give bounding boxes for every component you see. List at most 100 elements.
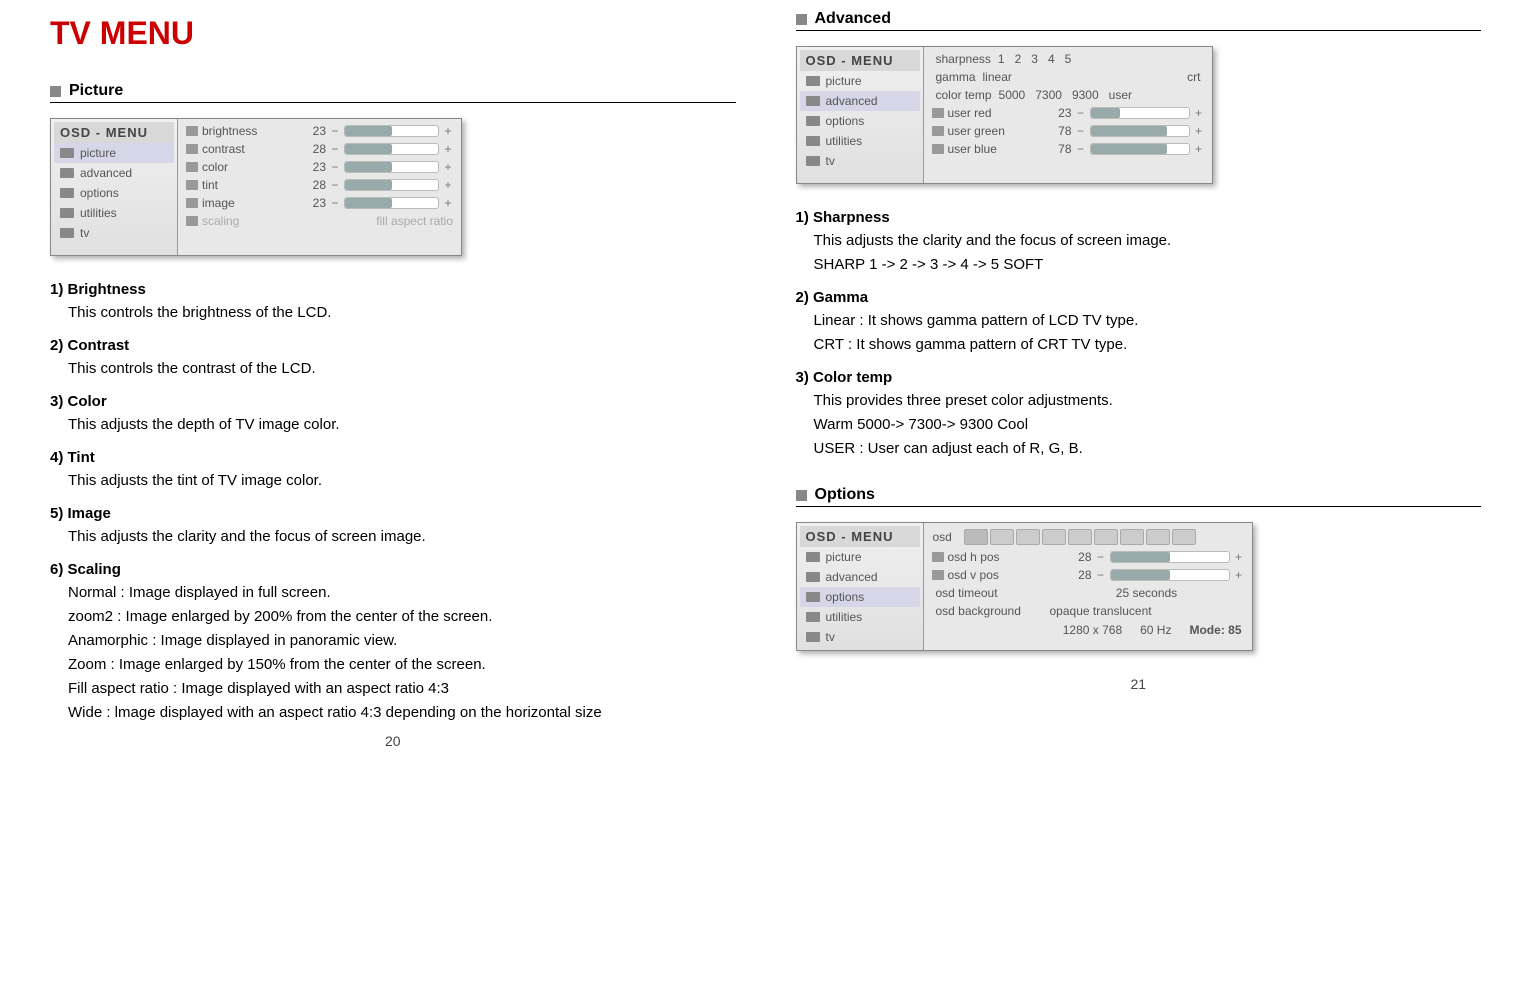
osd-sidebar-options[interactable]: options [54,183,174,203]
osd-row-usergreen[interactable]: user green78−+ [928,122,1208,140]
options-icon [806,116,820,126]
red-icon [932,108,944,118]
minus-icon[interactable]: − [1076,106,1086,120]
slider[interactable] [1110,551,1230,563]
osd-row-color[interactable]: color23−+ [182,158,457,176]
seg[interactable]: linear [980,70,1181,84]
osd-row-scaling[interactable]: scalingfill aspect ratio [182,212,457,230]
osd-sidebar-options[interactable]: options [800,587,920,607]
tab-box[interactable] [1042,529,1066,545]
seg[interactable]: 5000 [996,88,1029,102]
plus-icon[interactable]: + [443,178,453,192]
osd-sidebar-utilities[interactable]: utilities [54,203,174,223]
brightness-icon [186,126,198,136]
minus-icon[interactable]: − [330,124,340,138]
osd-row-hpos[interactable]: osd h pos28−+ [928,548,1248,566]
osd-row-contrast[interactable]: contrast28−+ [182,140,457,158]
sidebar-item-label: utilities [826,610,863,624]
item-image-head: 5) Image [50,505,736,522]
osd-sidebar-options[interactable]: options [800,111,920,131]
osd-row-image[interactable]: image23−+ [182,194,457,212]
slider[interactable] [344,143,439,155]
tab-box[interactable] [1172,529,1196,545]
osd-row-userblue[interactable]: user blue78−+ [928,140,1208,158]
tab-box[interactable] [1094,529,1118,545]
square-marker-icon [796,490,807,501]
seg[interactable]: 2 [1012,52,1025,66]
tab-box[interactable] [1016,529,1040,545]
item-scaling-desc-5: Wide : lmage displayed with an aspect ra… [108,701,736,725]
seg[interactable]: user [1106,88,1135,102]
slider[interactable] [1090,125,1190,137]
minus-icon[interactable]: − [330,160,340,174]
tab-box[interactable] [1146,529,1170,545]
utilities-icon [806,136,820,146]
picture-icon [806,76,820,86]
osd-row-brightness[interactable]: brightness23−+ [182,122,457,140]
osd-sidebar-utilities[interactable]: utilities [800,131,920,151]
seg[interactable]: 9300 [1069,88,1102,102]
osd-sidebar-advanced[interactable]: advanced [54,163,174,183]
tab-box[interactable] [1068,529,1092,545]
plus-icon[interactable]: + [443,160,453,174]
minus-icon[interactable]: − [330,178,340,192]
tab-box[interactable] [990,529,1014,545]
seg[interactable]: 1 [995,52,1008,66]
osd-row-tint[interactable]: tint28−+ [182,176,457,194]
slider[interactable] [344,161,439,173]
seg[interactable]: 5 [1062,52,1075,66]
scaling-icon [186,216,198,226]
minus-icon[interactable]: − [330,142,340,156]
minus-icon[interactable]: − [330,196,340,210]
plus-icon[interactable]: + [1234,568,1244,582]
minus-icon[interactable]: − [1096,550,1106,564]
slider[interactable] [344,125,439,137]
osd-sidebar-advanced[interactable]: advanced [800,91,920,111]
sidebar-item-label: tv [826,154,835,168]
osd-sidebar-picture[interactable]: picture [54,143,174,163]
row-value: 23 [296,196,326,210]
osd-row-timeout[interactable]: osd timeout25 seconds [928,584,1248,602]
osd-row-sharpness[interactable]: sharpness12345 [928,50,1208,68]
slider[interactable] [344,179,439,191]
osd-row-gamma[interactable]: gammalinearcrt [928,68,1208,86]
plus-icon[interactable]: + [443,124,453,138]
osd-row-colortemp[interactable]: color temp500073009300user [928,86,1208,104]
seg[interactable]: crt [1184,70,1203,84]
slider[interactable] [344,197,439,209]
osd-sidebar-tv[interactable]: tv [800,151,920,171]
osd-sidebar-advanced[interactable]: advanced [800,567,920,587]
tab-box[interactable] [1120,529,1144,545]
slider[interactable] [1090,143,1190,155]
osd-sidebar-picture[interactable]: picture [800,547,920,567]
plus-icon[interactable]: + [443,142,453,156]
osd-sidebar-tv[interactable]: tv [800,627,920,647]
slider[interactable] [1110,569,1230,581]
item-scaling-desc-1: zoom2 : Image enlarged by 200% from the … [68,605,736,629]
plus-icon[interactable]: + [1194,124,1204,138]
minus-icon[interactable]: − [1076,124,1086,138]
tab-box[interactable] [964,529,988,545]
item-brightness-desc: This controls the brightness of the LCD. [68,301,736,325]
plus-icon[interactable]: + [1234,550,1244,564]
item-colortemp-desc-0: This provides three preset color adjustm… [814,389,1482,413]
minus-icon[interactable]: − [1096,568,1106,582]
plus-icon[interactable]: + [443,196,453,210]
osd-sidebar-tv[interactable]: tv [54,223,174,243]
seg[interactable]: 4 [1045,52,1058,66]
minus-icon[interactable]: − [1076,142,1086,156]
plus-icon[interactable]: + [1194,142,1204,156]
plus-icon[interactable]: + [1194,106,1204,120]
seg[interactable]: 3 [1028,52,1041,66]
row-value: 23 [296,160,326,174]
left-page: TV MENU Picture OSD - MENU picture advan… [20,0,766,759]
slider[interactable] [1090,107,1190,119]
osd-sidebar-picture[interactable]: picture [800,71,920,91]
osd-row-userred[interactable]: user red23−+ [928,104,1208,122]
osd-row-background[interactable]: osd backgroundopaque translucent [928,602,1248,620]
seg[interactable]: 7300 [1032,88,1065,102]
osd-row-vpos[interactable]: osd v pos28−+ [928,566,1248,584]
item-gamma-head: 2) Gamma [796,289,1482,306]
section-advanced-header: Advanced [796,10,1482,31]
osd-sidebar-utilities[interactable]: utilities [800,607,920,627]
